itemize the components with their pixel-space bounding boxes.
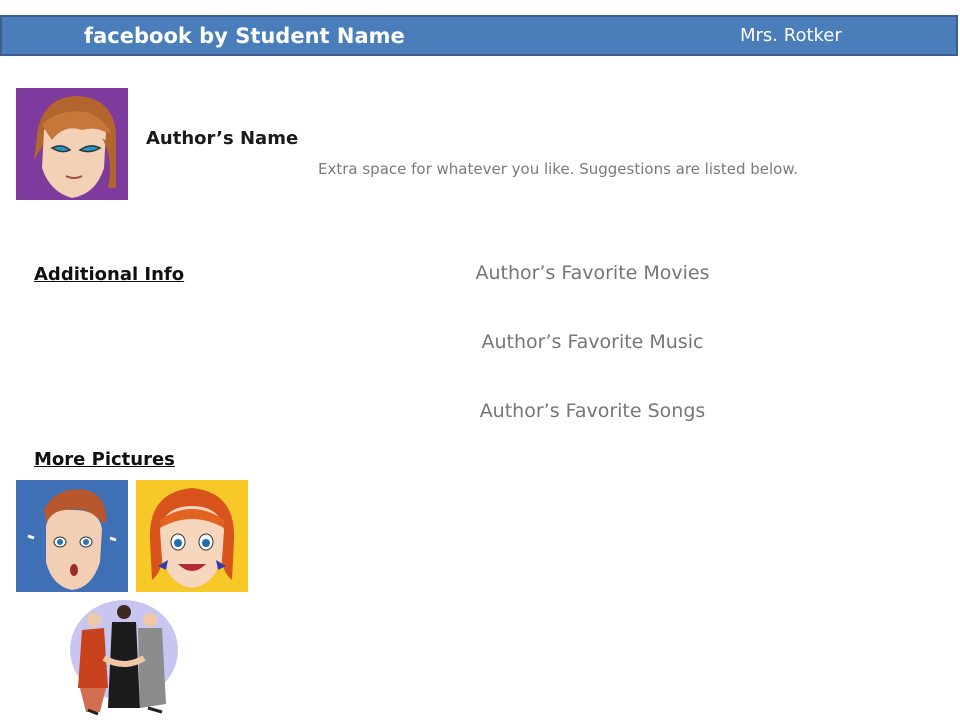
extra-space-note: Extra space for whatever you like. Sugge…	[318, 160, 798, 178]
picture-girl[interactable]	[136, 480, 248, 592]
author-name: Author’s Name	[146, 128, 299, 149]
page-title: facebook by Student Name	[84, 24, 405, 48]
profile-picture[interactable]	[16, 88, 128, 200]
picture-boy[interactable]	[16, 480, 128, 592]
favorite-music: Author’s Favorite Music	[481, 331, 704, 353]
girl-portrait-icon	[16, 88, 128, 200]
wedding-couple-icon	[70, 600, 178, 716]
boy-crying-icon	[16, 480, 128, 592]
more-pictures-heading: More Pictures	[34, 449, 175, 470]
favorite-movies: Author’s Favorite Movies	[475, 262, 710, 284]
picture-wedding[interactable]	[68, 598, 180, 720]
teacher-name: Mrs. Rotker	[740, 25, 842, 46]
header-bar: facebook by Student Name Mrs. Rotker	[0, 15, 958, 56]
girl-smiling-icon	[136, 480, 248, 592]
favorite-songs: Author’s Favorite Songs	[479, 400, 706, 422]
additional-info-heading: Additional Info	[34, 264, 185, 285]
